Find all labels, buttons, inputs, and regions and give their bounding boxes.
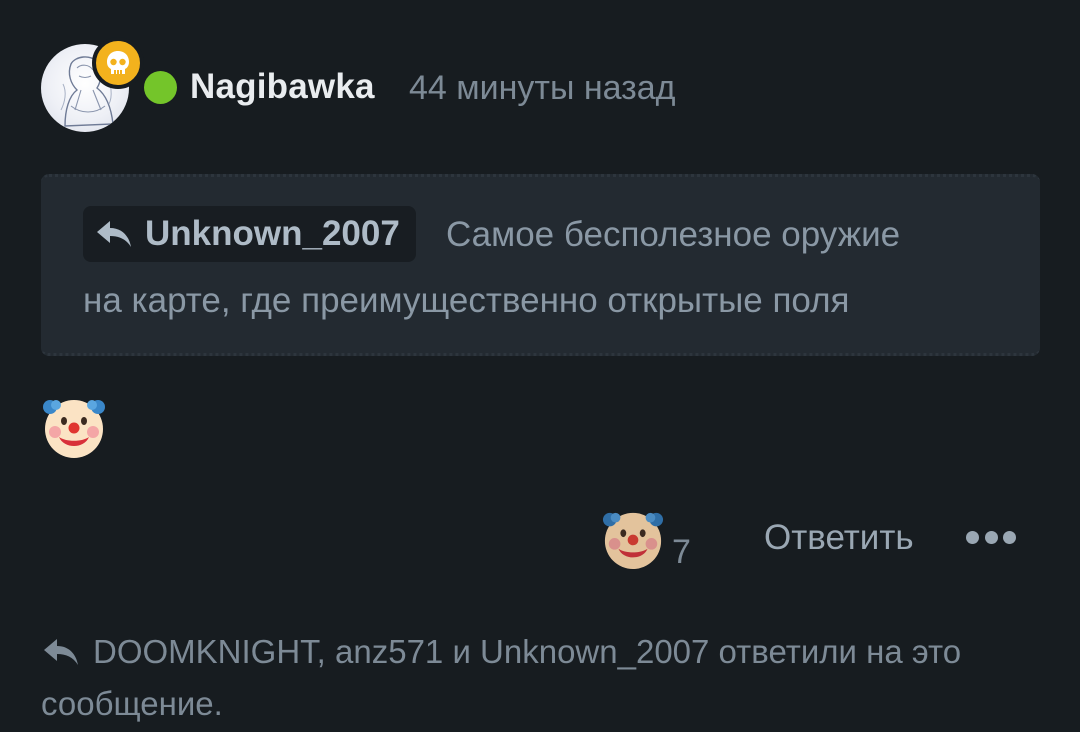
- quote-text-line-2: на карте, где преимущественно открытые п…: [83, 281, 850, 320]
- dot: [984, 530, 998, 544]
- dot: [1003, 530, 1016, 544]
- author-name[interactable]: Nagibawka: [190, 64, 375, 110]
- replies-summary[interactable]: DOOMKNIGHT, anz571 и Unknown_2007 ответи…: [41, 626, 1041, 730]
- reply-arrow-icon: [44, 639, 78, 665]
- reaction-count[interactable]: 7: [672, 532, 691, 572]
- skull-badge: [92, 37, 144, 89]
- clown-face-icon: [602, 512, 664, 570]
- avatar-container[interactable]: [41, 37, 144, 132]
- reply-arrow-icon: [97, 221, 131, 247]
- quote-author-name: Unknown_2007: [145, 214, 400, 253]
- message-post: Nagibawka 44 минуты назад Unknown_2007 С…: [0, 0, 1080, 732]
- quote-text-line-1: Самое бесполезное оружие: [446, 215, 901, 254]
- dot: [966, 530, 979, 544]
- reaction-button[interactable]: [602, 508, 664, 570]
- quote-block: Unknown_2007 Самое бесполезное оружие на…: [41, 174, 1040, 356]
- replies-summary-text: DOOMKNIGHT, anz571 и Unknown_2007 ответи…: [41, 633, 962, 722]
- clown-face-icon: [42, 395, 106, 459]
- reply-button[interactable]: Ответить: [764, 516, 914, 560]
- post-timestamp[interactable]: 44 минуты назад: [409, 66, 676, 110]
- quote-author-chip[interactable]: Unknown_2007: [83, 206, 416, 262]
- online-status-indicator: [144, 71, 177, 104]
- skull-icon: [107, 51, 129, 74]
- more-dots-icon[interactable]: [966, 525, 1016, 549]
